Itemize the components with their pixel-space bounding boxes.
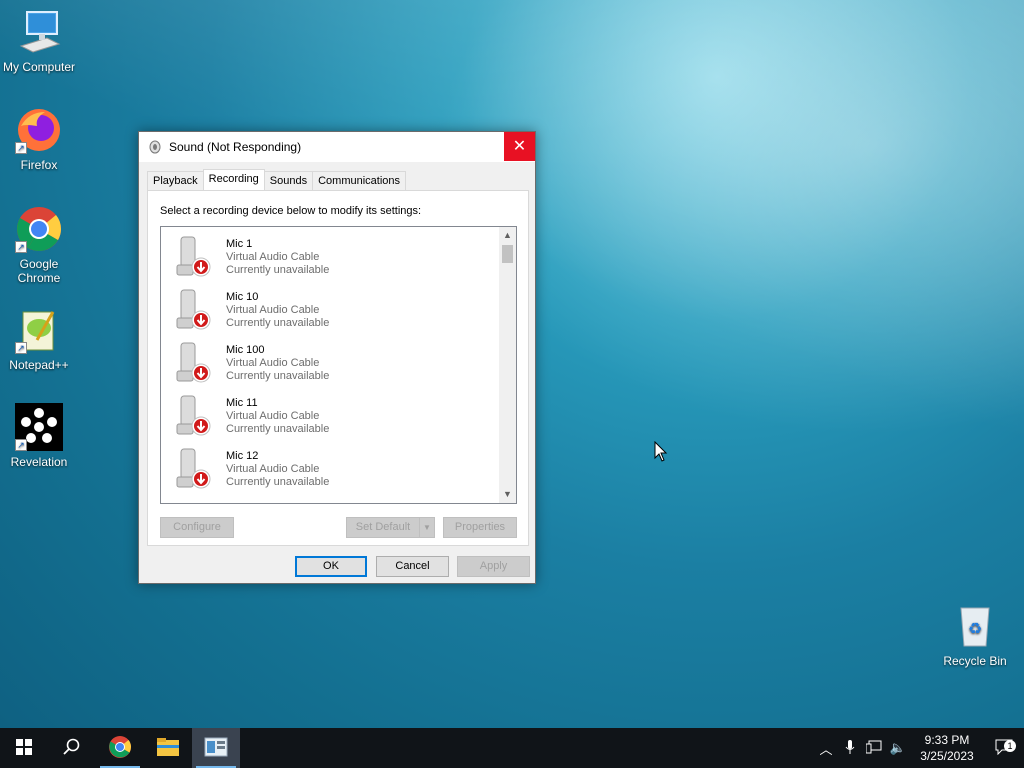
desktop-icon-label: Notepad++ [9, 358, 69, 372]
notification-center-icon[interactable]: 1 [984, 739, 1024, 758]
sound-dialog: Sound (Not Responding) ✕ Playback Record… [138, 131, 536, 584]
desktop-icon-firefox[interactable]: ↗ Firefox [1, 106, 77, 172]
desktop-icon-revelation[interactable]: ↗ Revelation [1, 403, 77, 469]
revelation-icon: ↗ [15, 403, 63, 451]
taskbar-chrome[interactable] [96, 728, 144, 768]
search-icon [63, 738, 81, 759]
device-status: Currently unavailable [226, 370, 330, 382]
desktop-icon-label: Recycle Bin [943, 654, 1007, 668]
chevron-down-icon[interactable]: ▼ [419, 518, 434, 537]
scroll-up-icon[interactable]: ▲ [499, 227, 516, 244]
dialog-titlebar[interactable]: Sound (Not Responding) ✕ [139, 132, 535, 162]
clock-time: 9:33 PM [924, 733, 970, 747]
mouse-cursor-icon [654, 440, 668, 466]
tab-strip: Playback Recording Sounds Communications [147, 169, 407, 191]
device-list[interactable]: Mic 1 Virtual Audio Cable Currently unav… [160, 226, 517, 504]
microphone-icon [173, 447, 215, 491]
chrome-icon: ↗ [15, 205, 63, 253]
device-status: Currently unavailable [226, 264, 330, 276]
chevron-up-icon[interactable]: ︿ [814, 739, 838, 758]
device-name: Mic 100 [226, 344, 265, 356]
desktop-icon-label: Revelation [10, 455, 68, 469]
search-button[interactable] [48, 728, 96, 768]
set-default-label: Set Default [355, 521, 411, 533]
scroll-thumb[interactable] [502, 245, 513, 263]
desktop-icon-recycle-bin[interactable]: ♻ Recycle Bin [937, 602, 1013, 668]
clock[interactable]: 9:33 PM 3/25/2023 [910, 732, 984, 764]
device-status: Currently unavailable [226, 476, 330, 488]
chrome-icon [108, 735, 132, 762]
list-item[interactable]: Mic 10 Virtual Audio Cable Currently una… [161, 282, 499, 335]
tab-communications[interactable]: Communications [312, 171, 407, 191]
list-item[interactable]: Mic 100 Virtual Audio Cable Currently un… [161, 335, 499, 388]
instruction-text: Select a recording device below to modif… [160, 205, 422, 217]
tab-playback[interactable]: Playback [147, 171, 204, 191]
svg-text:♻: ♻ [968, 619, 982, 638]
network-icon[interactable] [862, 740, 886, 757]
close-icon: ✕ [512, 138, 527, 155]
windows-logo-icon [16, 738, 32, 758]
desktop-icon-my-computer[interactable]: My Computer [1, 8, 77, 74]
firefox-icon: ↗ [15, 106, 63, 154]
device-driver: Virtual Audio Cable [226, 410, 320, 422]
microphone-icon [173, 288, 215, 332]
device-name: Mic 11 [226, 397, 258, 409]
properties-button[interactable]: Properties [443, 517, 517, 538]
tab-recording[interactable]: Recording [202, 169, 265, 191]
dialog-title: Sound (Not Responding) [169, 140, 302, 154]
device-name: Mic 10 [226, 291, 259, 303]
desktop-icon-label: My Computer [2, 60, 76, 74]
microphone-icon [173, 235, 215, 279]
microphone-icon [173, 341, 215, 385]
taskbar: ︿ 🔈 9:33 PM 3/25/2023 1 [0, 728, 1024, 768]
list-item[interactable]: Mic 11 Virtual Audio Cable Currently una… [161, 388, 499, 441]
shortcut-arrow-icon: ↗ [15, 342, 27, 354]
configure-button[interactable]: Configure [160, 517, 234, 538]
start-button[interactable] [0, 728, 48, 768]
computer-icon [15, 8, 63, 56]
ok-button[interactable]: OK [295, 556, 367, 577]
cancel-button[interactable]: Cancel [376, 556, 449, 577]
sound-settings-icon [204, 737, 228, 760]
scroll-down-icon[interactable]: ▼ [499, 486, 516, 503]
device-name: Mic 12 [226, 450, 259, 462]
microphone-icon[interactable] [838, 739, 862, 758]
device-status: Currently unavailable [226, 423, 330, 435]
desktop-icon-label: Firefox [20, 158, 58, 172]
list-item[interactable]: Mic 12 Virtual Audio Cable Currently una… [161, 441, 499, 494]
device-driver: Virtual Audio Cable [226, 251, 320, 263]
shortcut-arrow-icon: ↗ [15, 241, 27, 253]
device-driver: Virtual Audio Cable [226, 357, 320, 369]
device-status: Currently unavailable [226, 317, 330, 329]
shortcut-arrow-icon: ↗ [15, 142, 27, 154]
recording-panel: Select a recording device below to modif… [147, 190, 529, 546]
file-explorer-icon [156, 737, 180, 760]
desktop-icon-google-chrome[interactable]: ↗ Google Chrome [1, 205, 77, 285]
clock-date: 3/25/2023 [920, 749, 974, 763]
desktop-icon-label: Google Chrome [17, 257, 61, 285]
close-button[interactable]: ✕ [504, 132, 535, 161]
system-tray: ︿ 🔈 9:33 PM 3/25/2023 1 [814, 728, 1024, 768]
desktop-icon-notepadpp[interactable]: ↗ Notepad++ [1, 306, 77, 372]
speaker-icon [147, 139, 163, 155]
taskbar-file-explorer[interactable] [144, 728, 192, 768]
notification-badge: 1 [1004, 739, 1016, 752]
tab-sounds[interactable]: Sounds [263, 171, 314, 191]
taskbar-sound-dialog[interactable] [192, 728, 240, 768]
device-list-scrollbar[interactable]: ▲ ▼ [499, 227, 516, 503]
device-driver: Virtual Audio Cable [226, 463, 320, 475]
recycle-bin-icon: ♻ [951, 602, 999, 650]
device-name: Mic 1 [226, 238, 253, 250]
volume-icon[interactable]: 🔈 [886, 740, 910, 756]
microphone-icon [173, 394, 215, 438]
set-default-button[interactable]: Set Default ▼ [346, 517, 435, 538]
device-driver: Virtual Audio Cable [226, 304, 320, 316]
shortcut-arrow-icon: ↗ [15, 439, 27, 451]
list-item[interactable]: Mic 1 Virtual Audio Cable Currently unav… [161, 229, 499, 282]
apply-button[interactable]: Apply [457, 556, 530, 577]
notepadpp-icon: ↗ [15, 306, 63, 354]
